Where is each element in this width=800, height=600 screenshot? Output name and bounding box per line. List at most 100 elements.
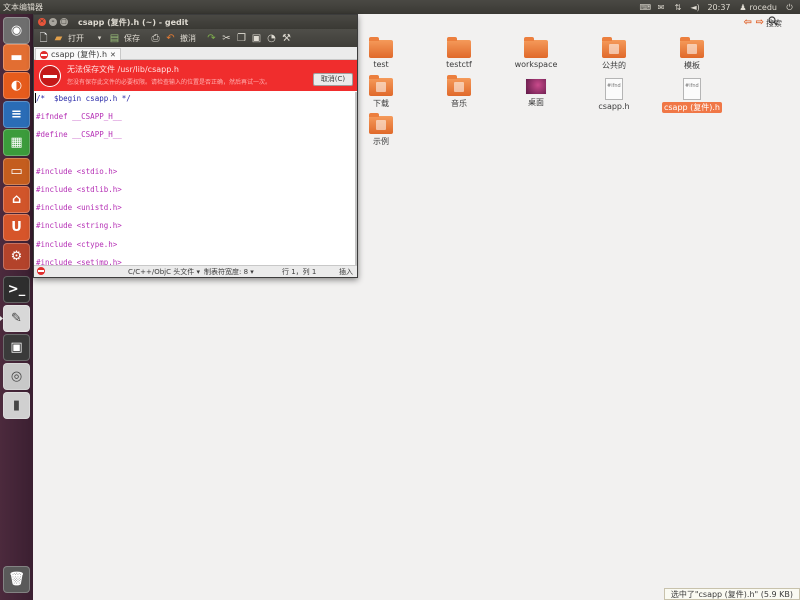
file-item[interactable]: 模板: [657, 37, 727, 71]
paste-icon[interactable]: ▣: [251, 33, 262, 44]
file-item[interactable]: testctf: [424, 37, 494, 69]
folder-icon: [447, 75, 471, 96]
folder-icon: [369, 113, 393, 134]
folder-icon: [680, 37, 704, 58]
user-menu[interactable]: ♟ rocedu: [739, 3, 777, 12]
copy-icon[interactable]: ❐: [236, 33, 247, 44]
file-item[interactable]: 公共的: [579, 37, 649, 71]
launcher-workspace-switcher-icon[interactable]: ▣: [3, 334, 30, 361]
launcher-impress-icon[interactable]: ▭: [3, 158, 30, 185]
editor-scrollbar[interactable]: [355, 92, 357, 266]
insert-mode: 插入: [339, 267, 353, 276]
folder-icon: [602, 37, 626, 58]
save-button[interactable]: 保存: [124, 33, 140, 44]
top-panel: 文本编辑器 ⌨ ✉ ⇅ ◄) 20:37 ♟ rocedu ⏻: [0, 0, 800, 14]
new-document-icon[interactable]: 🗋: [38, 33, 49, 44]
save-error-infobar: 无法保存文件 /usr/lib/csapp.h 您没有保存此文件的必要权限。请检…: [34, 60, 357, 91]
volume-icon[interactable]: ◄): [690, 3, 699, 12]
cut-icon[interactable]: ✂: [221, 33, 232, 44]
code-line: #include <string.h>: [36, 221, 122, 231]
undo-icon[interactable]: ↶: [165, 33, 176, 44]
folder-emblem-icon: [687, 44, 697, 54]
gedit-titlebar[interactable]: ✕ – □ csapp (复件).h (~) - gedit: [34, 15, 357, 29]
file-item[interactable]: 桌面: [501, 78, 571, 108]
launcher-terminal-icon[interactable]: >_: [3, 276, 30, 303]
cancel-button[interactable]: 取消(C): [313, 73, 353, 86]
clock[interactable]: 20:37: [707, 3, 730, 12]
folder-icon: [447, 37, 471, 58]
file-label: 模板: [684, 61, 700, 70]
code-line: #define __CSAPP_H__: [36, 130, 122, 140]
file-label: csapp.h: [598, 102, 630, 111]
launcher-trash-icon[interactable]: 🗑: [3, 566, 30, 593]
code-line: #include <ctype.h>: [36, 239, 118, 249]
search-label[interactable]: 搜索: [766, 18, 782, 29]
document-tab[interactable]: csapp (复件).h ✕: [35, 48, 121, 60]
user-name: rocedu: [749, 2, 777, 12]
file-label: 示例: [373, 137, 389, 146]
open-button[interactable]: 打开: [68, 33, 84, 44]
forward-arrow-icon[interactable]: ⇨: [756, 17, 764, 28]
launcher-dvd-icon[interactable]: ◎: [3, 363, 30, 390]
text-file-icon: #ifnd: [683, 78, 701, 100]
launcher-system-settings-icon[interactable]: ⚙: [3, 243, 30, 270]
tab-width-selector[interactable]: 制表符宽度: 8 ▾: [204, 267, 254, 277]
status-error-icon: [37, 267, 45, 275]
window-title: csapp (复件).h (~) - gedit: [78, 17, 189, 27]
back-arrow-icon[interactable]: ⇦: [744, 17, 752, 28]
open-dropdown-icon[interactable]: ▾: [94, 33, 105, 44]
system-tray: ⌨ ✉ ⇅ ◄) 20:37 ♟ rocedu ⏻: [639, 3, 800, 12]
tab-bar: csapp (复件).h ✕: [34, 47, 357, 60]
tab-label: csapp (复件).h: [51, 50, 108, 59]
find-icon[interactable]: ◔: [266, 33, 277, 44]
keyboard-icon[interactable]: ⌨: [639, 3, 651, 12]
save-icon[interactable]: ▤: [109, 33, 120, 44]
close-tab-icon[interactable]: ✕: [110, 51, 116, 59]
text-cursor: [35, 93, 36, 103]
code-editor[interactable]: /* $begin csapp.h */ #ifndef __CSAPP_H__ #…: [34, 92, 357, 267]
error-icon: [40, 50, 48, 59]
launcher-writer-icon[interactable]: ≡: [3, 101, 30, 128]
launcher-usb-icon[interactable]: ▮: [3, 392, 30, 419]
maximize-window-icon[interactable]: □: [60, 18, 68, 26]
error-title: 无法保存文件 /usr/lib/csapp.h: [67, 65, 179, 74]
language-selector[interactable]: C/C++/ObjC 头文件 ▾: [128, 267, 200, 277]
code-line: #include <unistd.h>: [36, 203, 122, 213]
launcher-firefox-icon[interactable]: ◐: [3, 72, 30, 99]
undo-button[interactable]: 撤消: [180, 33, 196, 44]
launcher-calc-icon[interactable]: ▦: [3, 129, 30, 156]
launcher-text-editor-icon[interactable]: ✎: [3, 305, 30, 332]
folder-emblem-icon: [609, 44, 619, 54]
power-icon[interactable]: ⏻: [785, 3, 794, 12]
launcher-software-center-icon[interactable]: ⌂: [3, 186, 30, 213]
desktop-folder-icon: [525, 78, 547, 95]
launcher-dash-home-icon[interactable]: ◉: [3, 17, 30, 44]
minimize-window-icon[interactable]: –: [49, 18, 57, 26]
file-label: 下载: [373, 99, 389, 108]
gedit-toolbar: 🗋 ▰ 打开 ▾ ▤ 保存 ⎙ ↶ 撤消 ↷ ✂ ❐ ▣ ◔ ⚒: [34, 29, 357, 47]
file-item[interactable]: workspace: [501, 37, 571, 69]
folder-icon: [524, 37, 548, 58]
launcher-ubuntu-one-icon[interactable]: U: [3, 214, 30, 241]
redo-icon[interactable]: ↷: [206, 33, 217, 44]
code-line: #include <stdlib.h>: [36, 185, 122, 194]
print-icon[interactable]: ⎙: [150, 33, 161, 44]
network-icon[interactable]: ⇅: [673, 3, 682, 12]
file-label: testctf: [446, 60, 472, 69]
replace-icon[interactable]: ⚒: [281, 33, 292, 44]
folder-icon: [369, 37, 393, 58]
file-item[interactable]: 音乐: [424, 75, 494, 109]
close-window-icon[interactable]: ✕: [38, 18, 46, 26]
code-line: #ifndef __CSAPP_H__: [36, 112, 122, 122]
mail-icon[interactable]: ✉: [656, 3, 665, 12]
gedit-window: ✕ – □ csapp (复件).h (~) - gedit 🗋 ▰ 打开 ▾ …: [33, 14, 358, 278]
folder-icon: [369, 75, 393, 96]
stop-icon: [39, 65, 61, 87]
gedit-statusbar: C/C++/ObjC 头文件 ▾ 制表符宽度: 8 ▾ 行 1，列 1 插入: [34, 265, 357, 277]
file-manager-toolbar: ⇦ ⇨ 搜索: [358, 14, 800, 31]
file-item[interactable]: #ifnd csapp (复件).h: [657, 78, 727, 113]
open-icon[interactable]: ▰: [53, 33, 64, 44]
file-label: 音乐: [451, 99, 467, 108]
file-item[interactable]: #ifnd csapp.h: [579, 78, 649, 111]
launcher-files-icon[interactable]: ▬: [3, 44, 30, 71]
